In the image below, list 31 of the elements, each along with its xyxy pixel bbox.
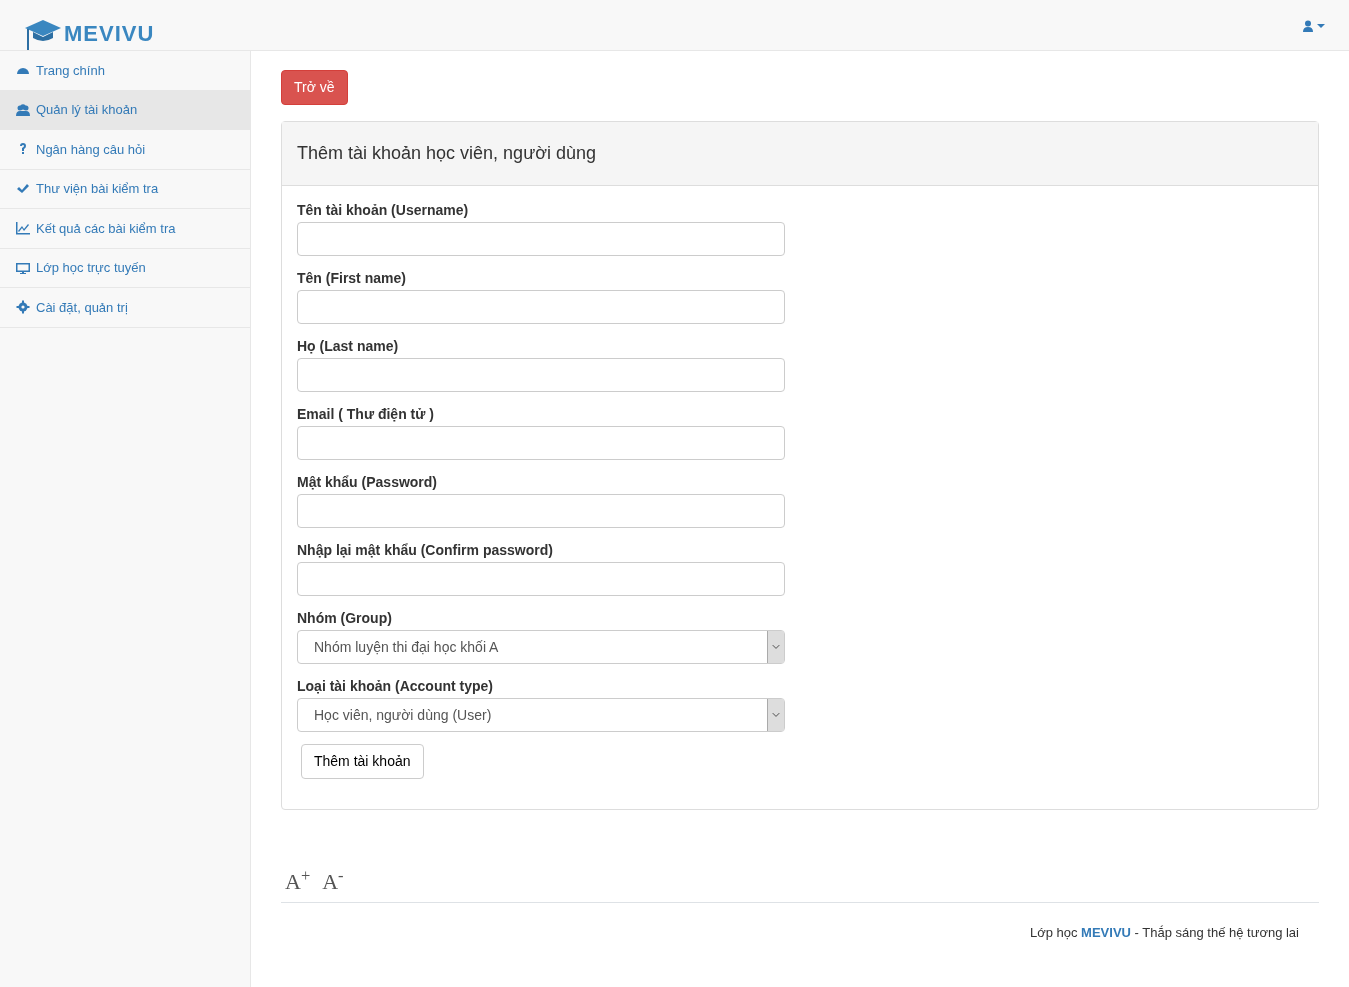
brand-logo[interactable]: MEVIVU: [64, 17, 155, 50]
check-icon: [16, 181, 30, 196]
caret-icon: [767, 699, 784, 731]
sidebar-item[interactable]: Quản lý tài khoản: [0, 90, 250, 130]
field-label: Họ (Last name): [297, 337, 400, 356]
monitor-icon: [16, 260, 30, 275]
font-size-button[interactable]: A$^{+}$: [281, 865, 315, 898]
dropdown-field[interactable]: Nhóm luyện thi đại học khối A: [297, 630, 785, 664]
input-field[interactable]: [297, 562, 785, 596]
add-account-button[interactable]: Thêm tài khoản: [301, 744, 424, 779]
field-label: Email ( Thư điện tử ): [297, 405, 435, 424]
line-chart-icon: [16, 221, 30, 236]
users-icon: [16, 102, 30, 117]
input-field[interactable]: [297, 494, 785, 528]
field-label: Tên tài khoản (Username): [297, 201, 470, 220]
field-label: Nhóm (Group): [297, 609, 393, 628]
field-label: Mật khẩu (Password): [297, 473, 439, 492]
back-button[interactable]: Trở về: [281, 70, 348, 105]
input-field[interactable]: [297, 222, 785, 256]
dropdown-field[interactable]: Học viên, người dùng (User): [297, 698, 785, 732]
input-field[interactable]: [297, 358, 785, 392]
field-label: Tên (First name): [297, 269, 407, 288]
user-menu-button[interactable]: [1303, 20, 1325, 32]
field-label: Nhập lại mật khẩu (Confirm password): [297, 541, 554, 560]
panel-title: Thêm tài khoản học viên, người dùng: [282, 122, 1318, 186]
field-label: Loại tài khoản (Account type): [297, 677, 494, 696]
input-field[interactable]: [297, 426, 785, 460]
caret-icon: [767, 631, 784, 663]
font-size-button[interactable]: A$^{-}$: [318, 865, 348, 898]
input-field[interactable]: [297, 290, 785, 324]
footer-text: Lớp học MEVIVU - Thắp sáng thế hệ tương lai: [1029, 925, 1299, 940]
